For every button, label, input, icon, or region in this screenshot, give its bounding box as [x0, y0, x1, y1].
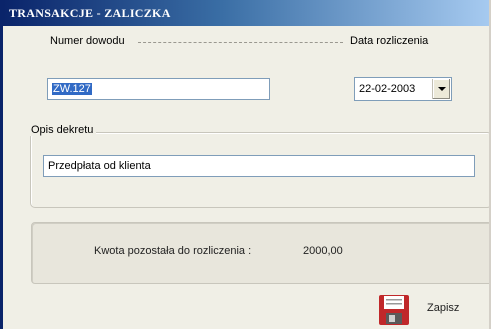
- document-number-label: Numer dowodu: [47, 35, 128, 47]
- settlement-date-label: Data rozliczenia: [347, 35, 432, 47]
- floppy-disk-icon: [379, 295, 409, 325]
- entry-description-field[interactable]: Przedpłata od klienta: [43, 155, 475, 177]
- chevron-down-icon: [438, 87, 446, 91]
- entry-description-group: Opis dekretu Przedpłata od klienta: [28, 124, 489, 208]
- document-number-field[interactable]: ZW.127: [47, 78, 270, 100]
- save-button[interactable]: Zapisz: [370, 290, 480, 329]
- entry-description-label: Opis dekretu: [28, 124, 97, 136]
- remaining-amount-label: Kwota pozostała do rozliczenia :: [94, 245, 252, 257]
- save-button-label: Zapisz: [427, 302, 460, 314]
- settlement-date-dropdown[interactable]: 22-02-2003: [354, 77, 452, 101]
- dialog-window: TRANSAKCJE - ZALICZKA Numer dowodu ZW.12…: [0, 0, 491, 329]
- dropdown-button[interactable]: [432, 79, 450, 99]
- document-number-value: ZW.127: [52, 83, 92, 95]
- window-title: TRANSAKCJE - ZALICZKA: [9, 6, 171, 20]
- entry-description-value: Przedpłata od klienta: [48, 160, 151, 172]
- settlement-date-value: 22-02-2003: [359, 83, 416, 95]
- settlement-date-group: Data rozliczenia 22-02-2003: [343, 35, 461, 112]
- divider: [138, 42, 343, 43]
- document-number-group: Numer dowodu ZW.127: [31, 35, 343, 112]
- remaining-amount-panel: Kwota pozostała do rozliczenia : 2000,00: [31, 222, 489, 284]
- remaining-amount-value: 2000,00: [303, 245, 343, 257]
- title-bar[interactable]: TRANSAKCJE - ZALICZKA: [3, 0, 489, 26]
